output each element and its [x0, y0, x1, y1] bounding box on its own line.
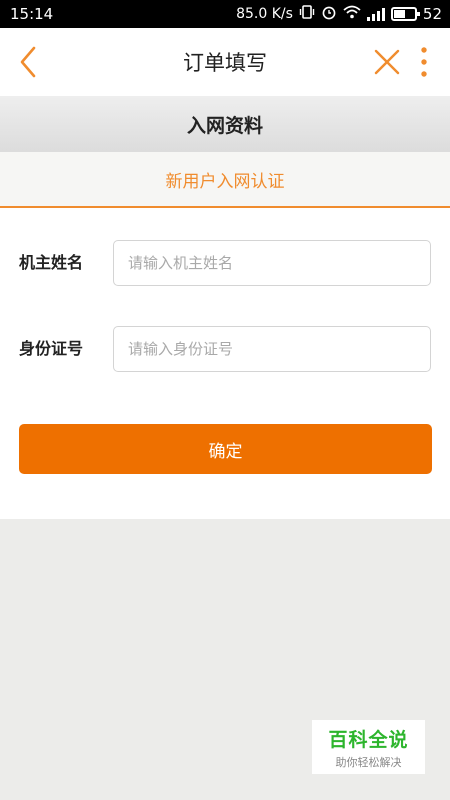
more-menu-button[interactable] — [416, 44, 432, 80]
more-vertical-icon — [421, 47, 427, 77]
back-button[interactable] — [14, 44, 46, 80]
status-icons: 85.0 K/s 52 — [236, 4, 442, 24]
tab-new-user-auth[interactable]: 新用户入网认证 — [0, 152, 450, 208]
status-bar: 15:14 85.0 K/s 52 — [0, 0, 450, 28]
id-number-row: 身份证号 — [0, 326, 450, 372]
auth-form: 机主姓名 身份证号 确定 — [0, 208, 450, 519]
id-number-input[interactable] — [113, 326, 431, 372]
battery-icon — [390, 7, 420, 21]
battery-level: 52 — [422, 5, 442, 23]
alarm-icon — [321, 4, 337, 24]
section-header: 入网资料 — [0, 96, 450, 152]
owner-name-label: 机主姓名 — [19, 253, 84, 272]
watermark-subtitle: 助你轻松解决 — [335, 755, 402, 769]
signal-icon — [366, 7, 385, 21]
close-button[interactable] — [371, 46, 403, 78]
watermark-logo: 百科全说 助你轻松解决 — [312, 720, 425, 774]
network-speed: 85.0 K/s — [236, 6, 293, 22]
confirm-button[interactable]: 确定 — [19, 424, 432, 474]
id-number-label: 身份证号 — [19, 339, 84, 358]
app-header: 订单填写 — [0, 28, 450, 96]
status-time: 15:14 — [10, 5, 54, 23]
close-icon — [374, 49, 400, 75]
owner-name-input[interactable] — [113, 240, 431, 286]
vibrate-icon — [299, 4, 315, 24]
watermark-title: 百科全说 — [328, 728, 409, 751]
wifi-icon — [343, 5, 361, 23]
owner-name-row: 机主姓名 — [0, 240, 450, 286]
page-title: 订单填写 — [183, 51, 267, 75]
chevron-left-icon — [20, 46, 36, 78]
